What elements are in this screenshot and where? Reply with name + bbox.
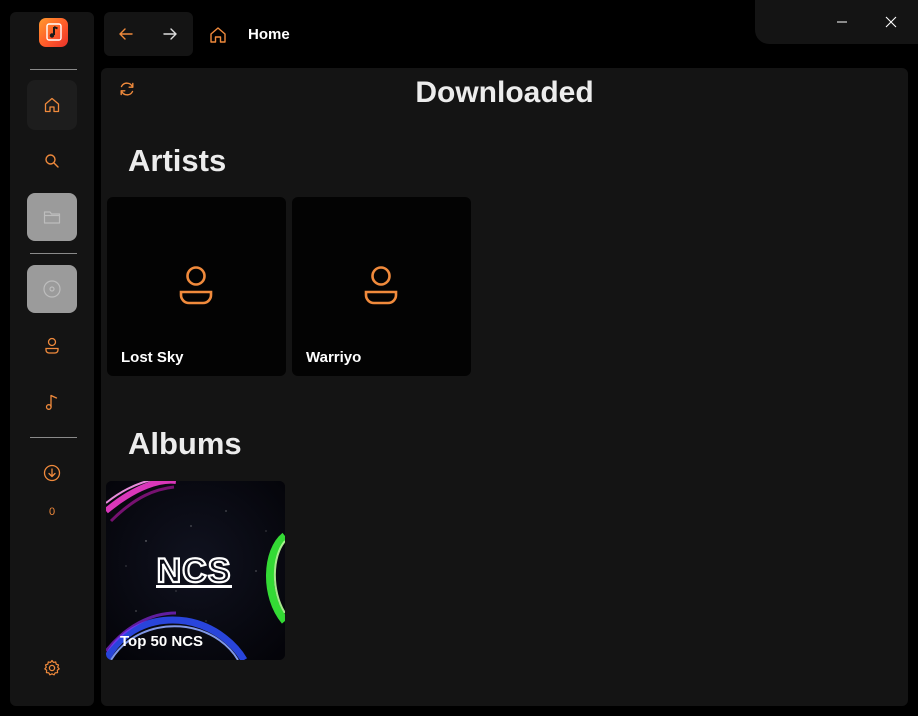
close-icon bbox=[885, 16, 897, 28]
download-count: 0 bbox=[48, 506, 56, 518]
artist-name: Lost Sky bbox=[121, 349, 184, 366]
main-panel: Downloaded Artists Lost Sky Warriyo Albu… bbox=[101, 68, 908, 706]
home-icon[interactable] bbox=[208, 25, 228, 45]
sidebar-item-albums[interactable] bbox=[27, 265, 77, 313]
person-icon bbox=[45, 337, 59, 354]
page-breadcrumb-title: Home bbox=[248, 26, 290, 43]
minimize-button[interactable] bbox=[831, 11, 853, 33]
sidebar-item-search[interactable] bbox=[27, 136, 77, 186]
sidebar-item-downloads[interactable] bbox=[27, 448, 77, 498]
person-icon bbox=[179, 266, 213, 305]
sidebar-item-home[interactable] bbox=[27, 80, 77, 130]
disc-icon bbox=[43, 280, 61, 298]
artist-name: Warriyo bbox=[306, 349, 362, 366]
download-icon bbox=[43, 464, 61, 482]
app-logo-icon bbox=[39, 18, 68, 47]
home-icon bbox=[44, 97, 60, 113]
artists-heading: Artists bbox=[128, 143, 227, 178]
back-button[interactable] bbox=[116, 24, 136, 44]
history-nav bbox=[104, 12, 193, 56]
artist-card[interactable]: Lost Sky bbox=[107, 197, 286, 376]
folder-icon bbox=[43, 211, 61, 224]
sidebar: 0 bbox=[10, 12, 94, 706]
album-name: Top 50 NCS bbox=[120, 633, 204, 650]
sidebar-divider bbox=[30, 253, 77, 254]
gear-icon bbox=[44, 659, 60, 676]
search-icon bbox=[45, 154, 59, 168]
artist-card[interactable]: Warriyo bbox=[292, 197, 471, 376]
close-button[interactable] bbox=[880, 11, 902, 33]
sidebar-divider bbox=[30, 437, 77, 438]
minimize-icon bbox=[837, 21, 847, 23]
album-card[interactable]: NCS Top 50 NCS bbox=[106, 481, 285, 660]
albums-heading: Albums bbox=[128, 426, 242, 461]
forward-button[interactable] bbox=[160, 24, 180, 44]
sidebar-item-songs[interactable] bbox=[27, 377, 77, 427]
sidebar-item-artists[interactable] bbox=[27, 321, 77, 371]
svg-text:NCS: NCS bbox=[157, 552, 232, 590]
window-controls bbox=[755, 0, 918, 44]
sidebar-item-folders[interactable] bbox=[27, 193, 77, 241]
page-title: Downloaded bbox=[415, 76, 594, 109]
sidebar-item-settings[interactable] bbox=[27, 643, 77, 693]
person-icon bbox=[364, 266, 398, 305]
sidebar-divider bbox=[30, 69, 77, 70]
music-note-icon bbox=[45, 394, 58, 410]
